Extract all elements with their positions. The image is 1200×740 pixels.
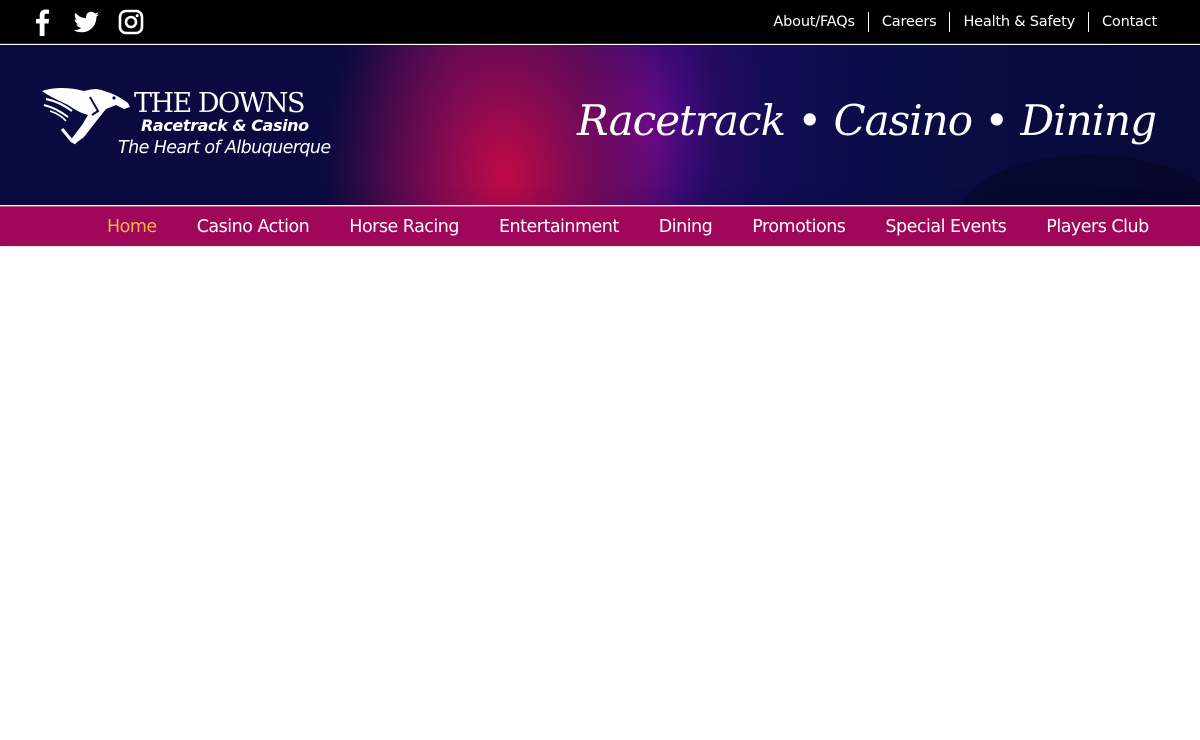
page-content <box>0 247 1200 740</box>
utility-link-about[interactable]: About/FAQs <box>760 12 867 32</box>
nav-item-special-events[interactable]: Special Events <box>865 208 1026 246</box>
nav-item-players-club[interactable]: Players Club <box>1026 208 1168 246</box>
main-nav: Home Casino Action Horse Racing Entertai… <box>0 206 1200 246</box>
banner-shadow <box>960 155 1200 205</box>
logo-title: THE DOWNS <box>134 88 306 119</box>
twitter-link[interactable] <box>72 8 100 36</box>
hero-banner: THE DOWNS Racetrack & Casino The Heart o… <box>0 45 1200 205</box>
social-links <box>30 8 162 36</box>
utility-link-contact[interactable]: Contact <box>1087 12 1170 32</box>
top-bar: About/FAQs Careers Health & Safety Conta… <box>0 0 1200 44</box>
utility-link-health-safety[interactable]: Health & Safety <box>949 12 1088 32</box>
facebook-icon <box>36 9 50 36</box>
nav-item-horse-racing[interactable]: Horse Racing <box>329 208 479 246</box>
nav-item-dining[interactable]: Dining <box>639 208 733 246</box>
twitter-icon <box>73 11 99 33</box>
banner-tagline: Racetrack • Casino • Dining <box>577 96 1157 145</box>
facebook-link[interactable] <box>30 8 54 36</box>
nav-item-casino-action[interactable]: Casino Action <box>177 208 330 246</box>
utility-nav: About/FAQs Careers Health & Safety Conta… <box>760 12 1170 32</box>
nav-item-home[interactable]: Home <box>87 208 177 246</box>
instagram-icon <box>118 9 144 35</box>
nav-item-entertainment[interactable]: Entertainment <box>479 208 639 246</box>
nav-item-promotions[interactable]: Promotions <box>732 208 865 246</box>
logo-subtitle: Racetrack & Casino <box>141 116 309 135</box>
site-logo[interactable]: THE DOWNS Racetrack & Casino The Heart o… <box>40 85 331 165</box>
instagram-link[interactable] <box>118 8 144 36</box>
utility-link-careers[interactable]: Careers <box>867 12 950 32</box>
logo-tagline: The Heart of Albuquerque <box>118 138 331 158</box>
